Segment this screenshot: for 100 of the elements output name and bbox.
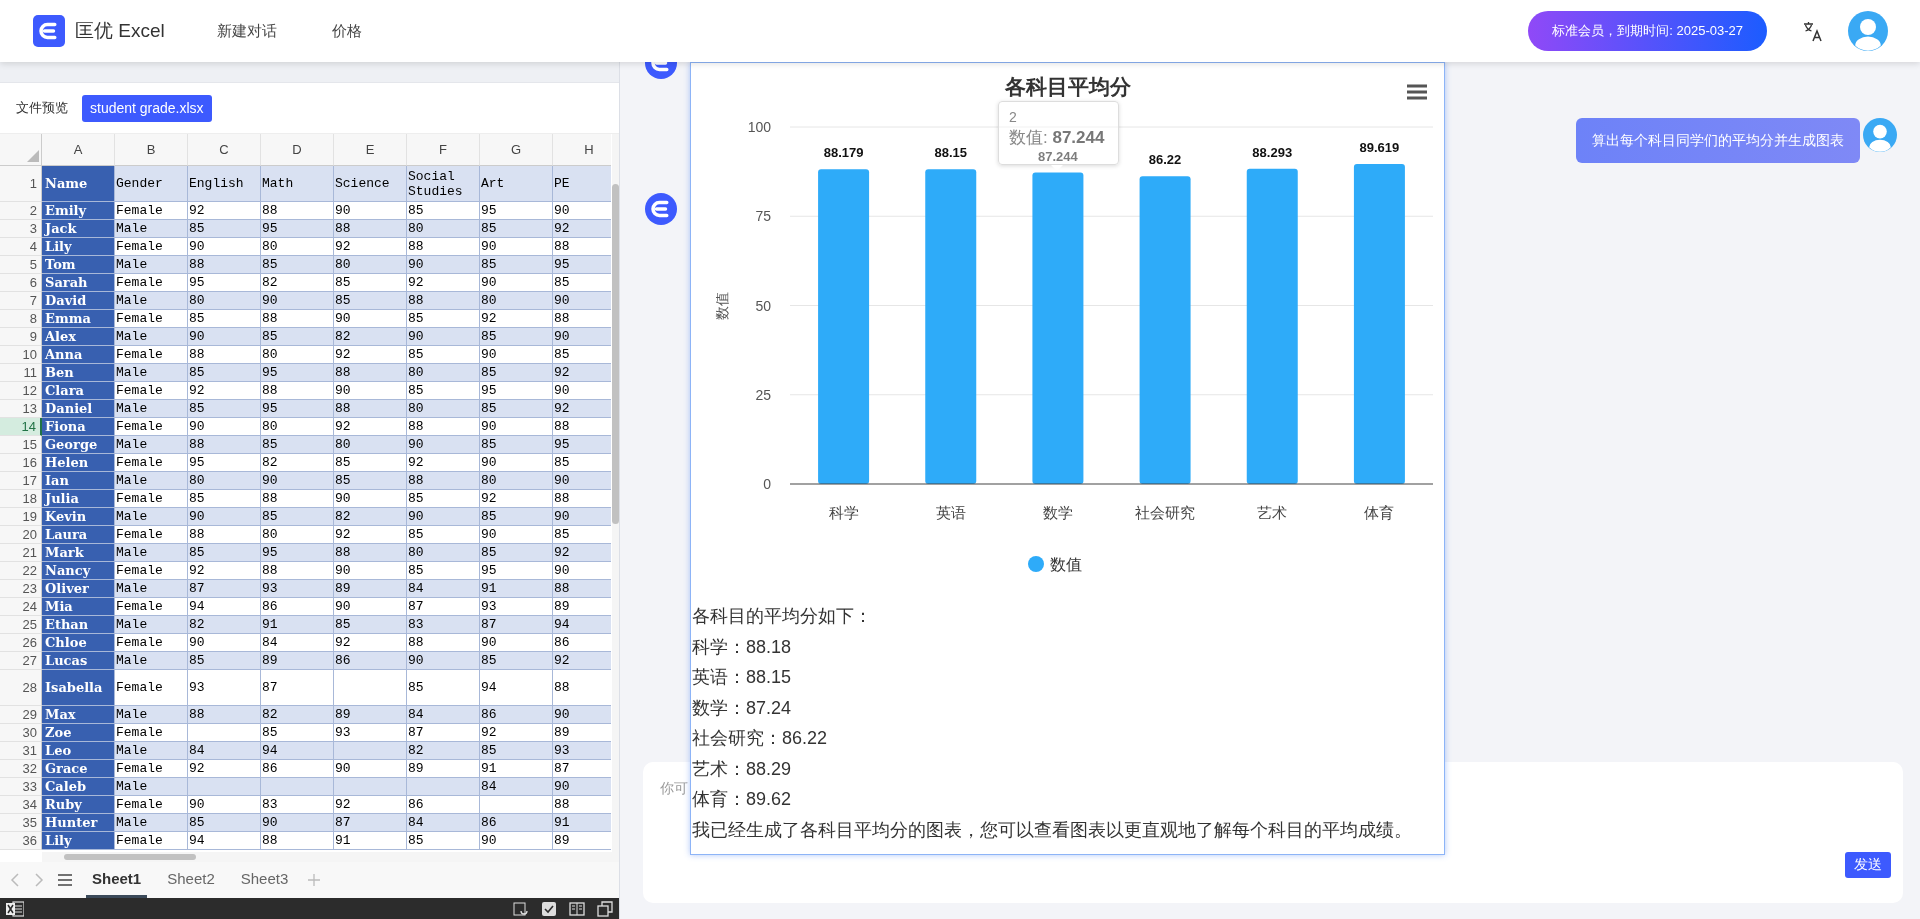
table-cell: 90 xyxy=(553,508,611,526)
row-header[interactable]: 6 xyxy=(0,274,42,292)
table-cell: Science xyxy=(334,166,407,202)
table-cell: 90 xyxy=(188,328,261,346)
send-button[interactable]: 发送 xyxy=(1845,852,1891,878)
row-header[interactable]: 4 xyxy=(0,238,42,256)
table-cell: 85 xyxy=(480,652,553,670)
table-cell: 82 xyxy=(261,706,334,724)
row-header[interactable]: 19 xyxy=(0,508,42,526)
table-cell: Clara xyxy=(42,382,115,400)
table-cell: 80 xyxy=(188,292,261,310)
row-header[interactable]: 20 xyxy=(0,526,42,544)
row-header[interactable]: 30 xyxy=(0,724,42,742)
row-header[interactable]: 2 xyxy=(0,202,42,220)
table-cell: 90 xyxy=(407,508,480,526)
tooltip-value: 数值: 87.244 xyxy=(1009,127,1106,149)
bar-value-label: 87.244 xyxy=(1038,148,1078,164)
row-header[interactable]: 27 xyxy=(0,652,42,670)
app-name: 匡优 Excel xyxy=(75,19,165,43)
sheet-tab[interactable]: Sheet3 xyxy=(234,862,295,898)
table-cell: 90 xyxy=(553,472,611,490)
row-header[interactable]: 21 xyxy=(0,544,42,562)
row-header[interactable]: 10 xyxy=(0,346,42,364)
menu-icon[interactable] xyxy=(58,874,72,886)
row-header[interactable]: 7 xyxy=(0,292,42,310)
table-cell: 88 xyxy=(407,292,480,310)
row-header[interactable]: 32 xyxy=(0,760,42,778)
table-cell: 82 xyxy=(334,328,407,346)
table-cell: 94 xyxy=(261,742,334,760)
row-header[interactable]: 16 xyxy=(0,454,42,472)
row-header[interactable]: 33 xyxy=(0,778,42,796)
axis-title: 数值 xyxy=(714,291,730,320)
file-tab[interactable]: student grade.xlsx xyxy=(82,94,212,122)
row-header[interactable]: 8 xyxy=(0,310,42,328)
row-header[interactable]: 25 xyxy=(0,616,42,634)
restore-window-icon[interactable] xyxy=(597,900,613,917)
row-header[interactable]: 5 xyxy=(0,256,42,274)
user-avatar-icon[interactable] xyxy=(1848,11,1888,51)
book-icon[interactable] xyxy=(569,900,585,917)
axis-tick-label: 100 xyxy=(747,119,771,135)
row-header[interactable]: 22 xyxy=(0,562,42,580)
scrollbar-thumb[interactable] xyxy=(612,184,619,524)
user-avatar-icon[interactable] xyxy=(1863,118,1897,152)
row-header[interactable]: 3 xyxy=(0,220,42,238)
row-header[interactable]: 17 xyxy=(0,472,42,490)
sheet-tab[interactable]: Sheet2 xyxy=(161,862,221,898)
row-header[interactable]: 28 xyxy=(0,670,42,706)
row-header[interactable]: 34 xyxy=(0,796,42,814)
row-header[interactable]: 9 xyxy=(0,328,42,346)
response-text: 英语：88.15 xyxy=(692,666,793,689)
row-header[interactable]: 23 xyxy=(0,580,42,598)
nav-link[interactable]: 新建对话 xyxy=(216,21,277,41)
table-cell: 88 xyxy=(261,832,334,850)
row-header[interactable]: 24 xyxy=(0,598,42,616)
table-cell: 82 xyxy=(407,742,480,760)
row-header[interactable]: 18 xyxy=(0,490,42,508)
row-header[interactable]: 11 xyxy=(0,364,42,382)
row-header[interactable]: 13 xyxy=(0,400,42,418)
column-header[interactable]: H xyxy=(553,134,611,166)
table-cell: 85 xyxy=(261,256,334,274)
column-header[interactable]: E xyxy=(334,134,407,166)
row-header[interactable]: 31 xyxy=(0,742,42,760)
membership-badge[interactable]: 标准会员，到期时间: 2025-03-27 xyxy=(1528,11,1767,51)
menu-icon[interactable] xyxy=(1407,86,1427,98)
table-cell: Art xyxy=(480,166,553,202)
nav-link[interactable]: 价格 xyxy=(331,21,362,41)
axis-tick-label: 0 xyxy=(763,476,771,492)
table-cell: Lucas xyxy=(42,652,115,670)
table-cell: Male xyxy=(115,436,188,454)
row-header[interactable]: 35 xyxy=(0,814,42,832)
table-cell: 90 xyxy=(553,292,611,310)
table-cell: 82 xyxy=(334,508,407,526)
table-cell: 85 xyxy=(261,508,334,526)
translate-icon[interactable] xyxy=(1802,20,1824,42)
column-header[interactable]: C xyxy=(188,134,261,166)
table-cell: 85 xyxy=(334,292,407,310)
column-header[interactable]: G xyxy=(480,134,553,166)
row-header[interactable]: 15 xyxy=(0,436,42,454)
table-cell: Male xyxy=(115,292,188,310)
column-header[interactable]: A xyxy=(42,134,115,166)
table-cell: 94 xyxy=(553,616,611,634)
row-header[interactable]: 1 xyxy=(0,166,42,202)
column-header[interactable]: D xyxy=(261,134,334,166)
save-icon[interactable] xyxy=(541,900,557,917)
column-header[interactable]: F xyxy=(407,134,480,166)
table-cell: 88 xyxy=(334,544,407,562)
scrollbar-thumb[interactable] xyxy=(64,854,196,860)
spreadsheet-file-icon[interactable] xyxy=(6,900,24,917)
table-cell: 85 xyxy=(188,544,261,562)
table-cell: 94 xyxy=(188,832,261,850)
row-header[interactable]: 12 xyxy=(0,382,42,400)
legend-marker xyxy=(1028,556,1044,572)
table-cell: 86 xyxy=(334,652,407,670)
table-cell: 90 xyxy=(480,832,553,850)
row-header[interactable]: 26 xyxy=(0,634,42,652)
row-header[interactable]: 36 xyxy=(0,832,42,850)
row-header[interactable]: 14 xyxy=(0,418,42,436)
column-header[interactable]: B xyxy=(115,134,188,166)
row-header[interactable]: 29 xyxy=(0,706,42,724)
category-label: 数学 xyxy=(1042,504,1073,521)
